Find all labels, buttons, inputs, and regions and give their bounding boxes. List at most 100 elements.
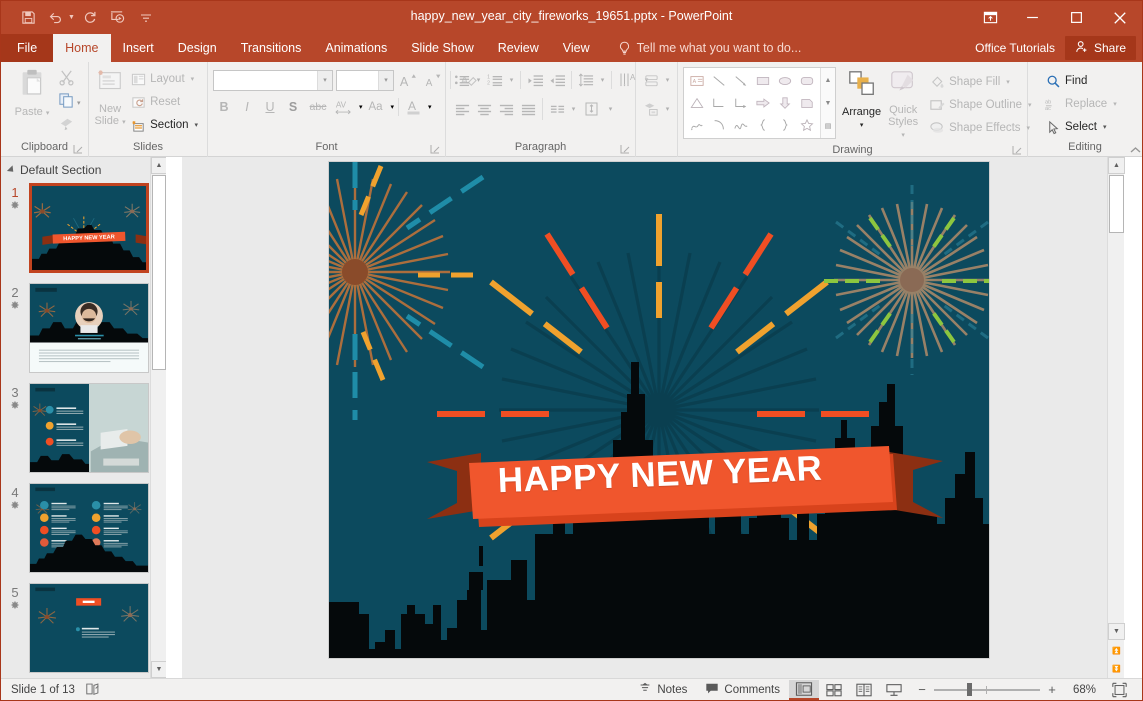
tell-me-search[interactable]: Tell me what you want to do... [618,34,801,62]
tab-review[interactable]: Review [486,34,551,62]
font-name-dropdown-icon[interactable]: ▾ [317,70,332,90]
banner-text[interactable]: HAPPY NEW YEAR [423,411,897,539]
bold-button[interactable]: B [213,96,235,118]
line-spacing-button[interactable] [575,69,597,91]
justify-button[interactable] [517,98,539,120]
slide-sorter-view-button[interactable] [819,680,849,700]
shapes-scroll-up-button[interactable]: ▲ [821,69,835,91]
character-spacing-button[interactable]: AV [332,96,356,118]
align-text-dropdown-icon[interactable]: ▾ [605,98,616,120]
align-right-button[interactable] [495,98,517,120]
text-shadow-button[interactable]: S [282,96,304,118]
tab-design[interactable]: Design [166,34,229,62]
decrease-font-size-button[interactable]: A [422,69,444,91]
comments-button[interactable]: Comments [696,680,789,700]
slide-canvas-pane[interactable]: HAPPY NEW YEAR ▲ ▼ ⏫ ⏬ [186,157,1125,678]
section-header[interactable]: Default Section [1,157,166,183]
cut-button[interactable] [58,70,81,90]
find-button[interactable]: Find [1041,70,1121,92]
reading-view-button[interactable] [849,680,879,700]
tab-animations[interactable]: Animations [313,34,399,62]
clipboard-dialog-launcher[interactable] [73,144,84,155]
select-button[interactable]: Select ▾ [1041,116,1121,138]
list-item[interactable]: 3 ✸ [1,383,166,483]
next-slide-button[interactable]: ⏬ [1108,660,1125,677]
shapes-scroll-down-button[interactable]: ▼ [821,92,835,114]
strikethrough-button[interactable]: abc [305,96,331,118]
thumbnail-pane-scrollbar[interactable]: ▲ ▼ [150,157,166,678]
undo-dropdown-icon[interactable]: ▼ [68,14,75,21]
font-size-input[interactable]: ▾ [336,69,394,91]
line-spacing-dropdown-icon[interactable]: ▾ [597,69,608,91]
copy-button[interactable]: ▾ [58,93,81,113]
shape-rounded-rectangle[interactable] [796,70,818,92]
slide-thumbnail-2[interactable] [29,283,149,373]
decrease-indent-button[interactable] [524,69,546,91]
shape-text-box[interactable]: A [686,70,708,92]
shape-fill-button[interactable]: Shape Fill ▾ [925,71,1035,93]
zoom-slider[interactable] [934,683,1040,697]
layout-button[interactable]: Layout ▾ [126,68,202,90]
font-size-dropdown-icon[interactable]: ▾ [378,70,393,90]
zoom-out-button[interactable]: − [917,682,927,697]
columns-button[interactable] [546,98,568,120]
notes-button[interactable]: Notes [629,680,696,700]
reset-button[interactable]: Reset [126,91,202,113]
columns-dropdown-icon[interactable]: ▾ [568,98,579,120]
shape-freeform-scribble[interactable] [686,114,708,136]
convert-to-smartart-dropdown-icon[interactable]: ▾ [662,98,673,120]
tab-view[interactable]: View [551,34,602,62]
previous-slide-button[interactable]: ⏫ [1108,642,1125,659]
section-button[interactable]: Section ▾ [126,114,202,136]
list-item[interactable]: 4 ✸ [1,483,166,583]
smartart-placeholder-top-icon[interactable] [640,69,662,91]
tab-file[interactable]: File [1,34,54,62]
shape-curve[interactable] [730,114,752,136]
slide-thumbnail-5[interactable] [29,583,149,673]
shape-left-brace[interactable] [752,114,774,136]
zoom-slider-handle[interactable] [967,683,972,696]
increase-font-size-button[interactable]: A [397,69,419,91]
shape-outline-button[interactable]: Shape Outline ▾ [925,94,1035,116]
ribbon-display-options-icon[interactable] [970,1,1010,34]
shape-oval[interactable] [774,70,796,92]
slide-show-view-button[interactable] [879,680,909,700]
canvas-scrollbar[interactable]: ▲ ▼ ⏫ ⏬ [1107,157,1125,678]
align-left-button[interactable] [451,98,473,120]
close-button[interactable] [1098,1,1142,34]
underline-button[interactable]: U [259,96,281,118]
quick-styles-button[interactable]: Quick Styles ▾ [887,67,919,142]
accessibility-checker-icon[interactable] [85,681,101,699]
share-button[interactable]: Share [1064,36,1136,60]
shape-rectangle[interactable] [752,70,774,92]
collapse-ribbon-button[interactable] [1129,145,1141,156]
fit-to-window-button[interactable] [1104,680,1134,700]
shape-triangle[interactable] [686,92,708,114]
undo-icon[interactable] [43,6,69,30]
align-center-button[interactable] [473,98,495,120]
canvas-scrollbar-thumb[interactable] [1109,175,1124,233]
shape-elbow-arrow-connector[interactable] [730,92,752,114]
align-text-button[interactable] [579,98,605,120]
shape-star-5-point[interactable] [796,114,818,136]
font-name-input[interactable]: ▾ [213,69,333,91]
redo-icon[interactable] [77,6,103,30]
shape-flowchart-shape[interactable] [796,92,818,114]
shapes-gallery[interactable]: A ▲ ▼ ▤ [683,67,836,139]
shapes-more-button[interactable]: ▤ [821,115,835,137]
shape-elbow-connector[interactable] [708,92,730,114]
start-presentation-icon[interactable] [105,6,131,30]
restore-button[interactable] [1054,1,1098,34]
format-painter-button[interactable] [58,116,81,136]
tab-transitions[interactable]: Transitions [229,34,314,62]
thumb-scroll-up-button[interactable]: ▲ [151,157,166,174]
customize-qat-icon[interactable] [133,6,159,30]
collapse-triangle-icon[interactable] [6,165,17,175]
zoom-in-button[interactable]: + [1047,682,1057,697]
new-slide-button[interactable]: New Slide ▾ [94,66,126,129]
tab-insert[interactable]: Insert [111,34,166,62]
save-icon[interactable] [15,6,41,30]
paste-button[interactable]: Paste ▾ [6,66,58,120]
font-color-button[interactable]: A [403,96,425,118]
slide-thumbnail-pane[interactable]: Default Section 1 ✸ HAPPY NEW YEAR 2 ✸ 3… [1,157,166,678]
